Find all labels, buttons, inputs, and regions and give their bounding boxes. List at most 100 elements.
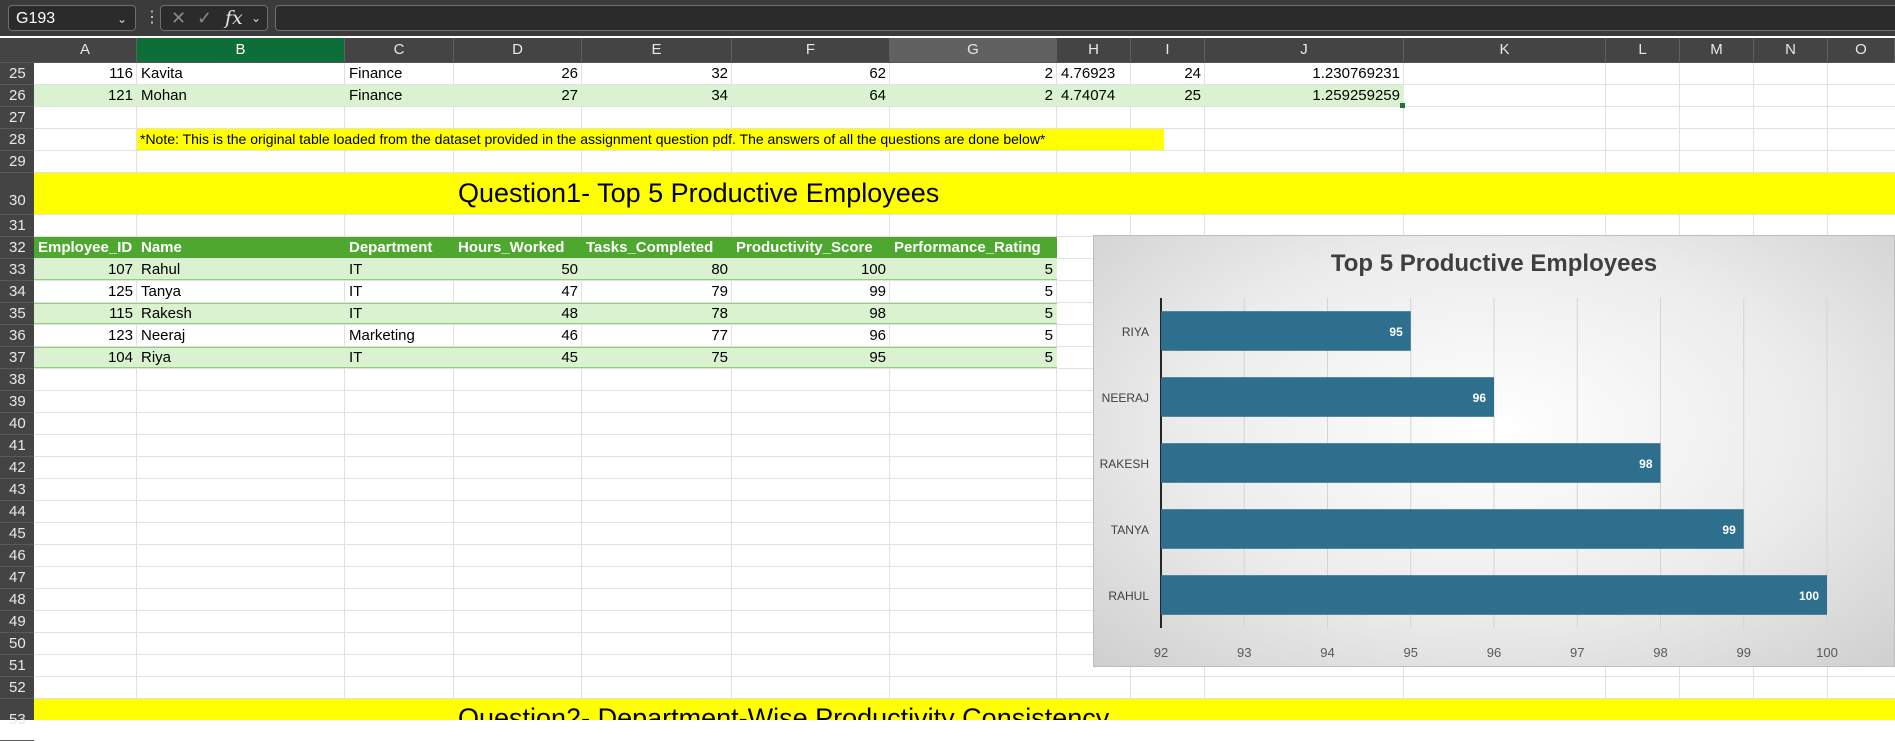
more-options-icon[interactable]: ⋮ xyxy=(144,5,160,31)
table-cell[interactable]: IT xyxy=(345,347,454,368)
table-cell[interactable]: IT xyxy=(345,281,454,302)
chevron-down-icon[interactable]: ⌄ xyxy=(117,6,127,32)
row-header[interactable]: 52 xyxy=(0,677,34,699)
column-header-f[interactable]: F xyxy=(732,38,890,62)
table-cell[interactable]: 100 xyxy=(732,259,890,280)
row-header[interactable]: 27 xyxy=(0,107,34,129)
column-header-d[interactable]: D xyxy=(454,38,582,62)
cell-f26[interactable]: 64 xyxy=(732,85,890,106)
question2-title[interactable]: Question2- Department-Wise Productivity … xyxy=(458,703,1109,720)
row-header[interactable]: 43 xyxy=(0,479,34,501)
confirm-icon[interactable]: ✓ xyxy=(197,6,212,30)
table-cell[interactable]: 50 xyxy=(454,259,582,280)
row-header[interactable]: 26 xyxy=(0,85,34,107)
bar-chart[interactable]: Top 5 Productive Employees 92 93 94 95 96 97 9… xyxy=(1093,235,1895,667)
note-cell[interactable]: *Note: This is the original table loaded… xyxy=(137,129,1164,150)
table-cell[interactable]: 5 xyxy=(890,281,1057,302)
table-cell[interactable]: 115 xyxy=(34,303,137,324)
fill-handle[interactable] xyxy=(1400,103,1405,108)
table-cell[interactable]: Rakesh xyxy=(137,303,345,324)
column-header-h[interactable]: H xyxy=(1057,38,1131,62)
table-cell[interactable]: Tanya xyxy=(137,281,345,302)
column-header-e[interactable]: E xyxy=(582,38,732,62)
table-cell[interactable]: 5 xyxy=(890,259,1057,280)
cell-j26[interactable]: 1.259259259 xyxy=(1205,85,1404,106)
row-header[interactable]: 40 xyxy=(0,413,34,435)
cell-c26[interactable]: Finance xyxy=(345,85,454,106)
row-header[interactable]: 29 xyxy=(0,151,34,173)
row-header[interactable]: 39 xyxy=(0,391,34,413)
cell-h25[interactable]: 4.76923 xyxy=(1057,63,1131,84)
column-header-l[interactable]: L xyxy=(1606,38,1680,62)
chevron-down-icon[interactable]: ⌄ xyxy=(251,6,261,30)
cell-a25[interactable]: 116 xyxy=(34,63,137,84)
table-cell[interactable]: Neeraj xyxy=(137,325,345,346)
cell-j25[interactable]: 1.230769231 xyxy=(1205,63,1404,84)
table-cell[interactable]: 48 xyxy=(454,303,582,324)
table-cell[interactable]: 125 xyxy=(34,281,137,302)
cell-b25[interactable]: Kavita xyxy=(137,63,345,84)
cell-d26[interactable]: 27 xyxy=(454,85,582,106)
cell-f25[interactable]: 62 xyxy=(732,63,890,84)
table-cell[interactable]: 5 xyxy=(890,347,1057,368)
table-cell[interactable]: 75 xyxy=(582,347,732,368)
header-performance-rating[interactable]: Performance_Rating xyxy=(890,237,1057,258)
column-header-j[interactable]: J xyxy=(1205,38,1404,62)
row-header[interactable]: 42 xyxy=(0,457,34,479)
row-header[interactable]: 34 xyxy=(0,281,34,303)
table-cell[interactable]: 78 xyxy=(582,303,732,324)
row-header[interactable]: 37 xyxy=(0,347,34,369)
header-tasks-completed[interactable]: Tasks_Completed xyxy=(582,237,732,258)
table-cell[interactable]: 5 xyxy=(890,303,1057,324)
table-cell[interactable]: IT xyxy=(345,303,454,324)
table-cell[interactable]: 79 xyxy=(582,281,732,302)
cell-c25[interactable]: Finance xyxy=(345,63,454,84)
cell-d25[interactable]: 26 xyxy=(454,63,582,84)
cell-a26[interactable]: 121 xyxy=(34,85,137,106)
column-header-b[interactable]: B xyxy=(137,38,345,62)
row-header[interactable]: 25 xyxy=(0,63,34,85)
table-cell[interactable]: 45 xyxy=(454,347,582,368)
table-cell[interactable]: Marketing xyxy=(345,325,454,346)
row-header[interactable]: 50 xyxy=(0,633,34,655)
cell-i25[interactable]: 24 xyxy=(1131,63,1205,84)
row-header[interactable]: 30 xyxy=(0,173,34,215)
row-header[interactable]: 53 xyxy=(0,699,34,741)
row-header[interactable]: 48 xyxy=(0,589,34,611)
table-cell[interactable]: 5 xyxy=(890,325,1057,346)
question1-title[interactable]: Question1- Top 5 Productive Employees xyxy=(458,178,939,209)
header-department[interactable]: Department xyxy=(345,237,454,258)
insert-function-icon[interactable]: fx xyxy=(225,6,243,30)
table-cell[interactable]: 99 xyxy=(732,281,890,302)
row-header[interactable]: 46 xyxy=(0,545,34,567)
row-header[interactable]: 45 xyxy=(0,523,34,545)
cell-b26[interactable]: Mohan xyxy=(137,85,345,106)
row-header[interactable]: 36 xyxy=(0,325,34,347)
table-cell[interactable]: 95 xyxy=(732,347,890,368)
column-header-c[interactable]: C xyxy=(345,38,454,62)
row-header[interactable]: 28 xyxy=(0,129,34,151)
row-header[interactable]: 51 xyxy=(0,655,34,677)
table-cell[interactable]: 47 xyxy=(454,281,582,302)
table-cell[interactable]: 96 xyxy=(732,325,890,346)
table-cell[interactable]: 104 xyxy=(34,347,137,368)
row-header[interactable]: 31 xyxy=(0,215,34,237)
table-cell[interactable]: IT xyxy=(345,259,454,280)
table-cell[interactable]: 46 xyxy=(454,325,582,346)
table-cell[interactable]: Rahul xyxy=(137,259,345,280)
column-header-g[interactable]: G xyxy=(890,38,1057,62)
cell-g26[interactable]: 2 xyxy=(890,85,1057,106)
row-header[interactable]: 49 xyxy=(0,611,34,633)
column-header-o[interactable]: O xyxy=(1828,38,1895,62)
cell-h26[interactable]: 4.74074 xyxy=(1057,85,1131,106)
row-header[interactable]: 41 xyxy=(0,435,34,457)
cell-i26[interactable]: 25 xyxy=(1131,85,1205,106)
name-box[interactable]: G193 ⌄ xyxy=(8,5,136,31)
table-cell[interactable]: Riya xyxy=(137,347,345,368)
row-header[interactable]: 33 xyxy=(0,259,34,281)
header-name[interactable]: Name xyxy=(137,237,345,258)
header-hours-worked[interactable]: Hours_Worked xyxy=(454,237,582,258)
cell-e25[interactable]: 32 xyxy=(582,63,732,84)
row-header[interactable]: 44 xyxy=(0,501,34,523)
column-header-n[interactable]: N xyxy=(1754,38,1828,62)
